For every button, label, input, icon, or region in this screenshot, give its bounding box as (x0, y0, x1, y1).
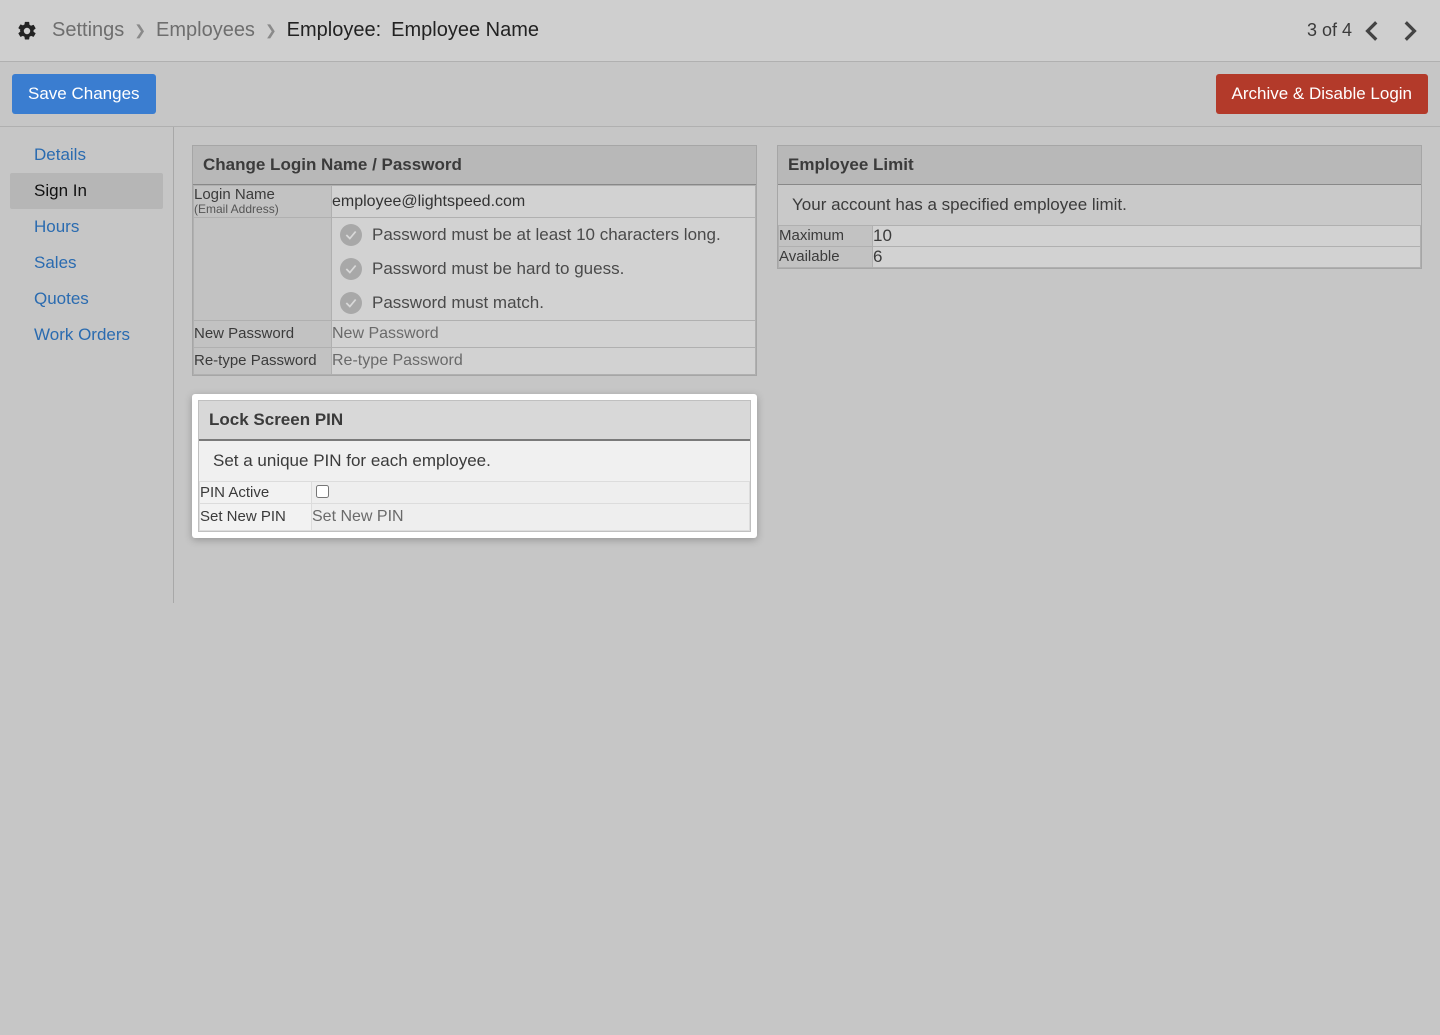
password-rule: Password must be hard to guess. (332, 252, 755, 286)
table-row: Password must be at least 10 characters … (194, 218, 756, 321)
login-name-label: Login Name (Email Address) (194, 186, 332, 218)
set-pin-label: Set New PIN (200, 504, 312, 531)
sidebar: Details Sign In Hours Sales Quotes Work … (0, 127, 174, 603)
check-circle-icon (340, 258, 362, 280)
table-row: New Password (194, 321, 756, 348)
pin-active-label: PIN Active (200, 482, 312, 504)
limit-avail-value: 6 (873, 247, 1421, 268)
limit-panel-note: Your account has a specified employee li… (778, 185, 1421, 225)
pager: 3 of 4 (1307, 16, 1424, 46)
breadcrumb-employee-name: Employee Name (391, 19, 539, 42)
gear-icon (16, 20, 38, 42)
breadcrumb: Settings ❯ Employees ❯ Employee: Employe… (52, 19, 1307, 42)
password-rule: Password must be at least 10 characters … (332, 218, 755, 252)
main: Change Login Name / Password Login Name … (174, 127, 1440, 603)
sidebar-item-details[interactable]: Details (10, 137, 163, 173)
login-name-input[interactable] (332, 189, 755, 215)
sidebar-item-signin[interactable]: Sign In (10, 173, 163, 209)
breadcrumb-bar: Settings ❯ Employees ❯ Employee: Employe… (0, 0, 1440, 62)
lock-screen-highlight: Lock Screen PIN Set a unique PIN for eac… (192, 394, 757, 538)
pager-position: 3 of 4 (1307, 20, 1352, 41)
next-button[interactable] (1394, 16, 1424, 46)
limit-max-value: 10 (873, 226, 1421, 247)
chevron-right-icon: ❯ (265, 22, 277, 39)
check-circle-icon (340, 224, 362, 246)
save-button[interactable]: Save Changes (12, 74, 156, 114)
sidebar-item-hours[interactable]: Hours (10, 209, 163, 245)
limit-max-label: Maximum (779, 226, 873, 247)
table-row: Maximum 10 (779, 226, 1421, 247)
table-row: PIN Active (200, 482, 750, 504)
pin-panel-title: Lock Screen PIN (199, 401, 750, 441)
sidebar-item-workorders[interactable]: Work Orders (10, 317, 163, 353)
new-password-label: New Password (194, 321, 332, 348)
new-password-input[interactable] (332, 321, 755, 347)
password-rules-label (194, 218, 332, 321)
table-row: Available 6 (779, 247, 1421, 268)
prev-button[interactable] (1358, 16, 1388, 46)
action-row: Save Changes Archive & Disable Login (0, 62, 1440, 127)
password-rules: Password must be at least 10 characters … (332, 218, 756, 321)
limit-avail-label: Available (779, 247, 873, 268)
breadcrumb-settings[interactable]: Settings (52, 19, 124, 42)
col-right: Employee Limit Your account has a specif… (777, 145, 1422, 585)
content: Details Sign In Hours Sales Quotes Work … (0, 127, 1440, 603)
breadcrumb-employees[interactable]: Employees (156, 19, 255, 42)
col-left: Change Login Name / Password Login Name … (192, 145, 757, 585)
chevron-right-icon: ❯ (134, 22, 146, 39)
password-rule: Password must match. (332, 286, 755, 320)
limit-panel: Employee Limit Your account has a specif… (777, 145, 1422, 269)
login-panel: Change Login Name / Password Login Name … (192, 145, 757, 376)
table-row: Login Name (Email Address) (194, 186, 756, 218)
retype-password-input[interactable] (332, 348, 755, 374)
sidebar-item-sales[interactable]: Sales (10, 245, 163, 281)
limit-panel-title: Employee Limit (778, 146, 1421, 185)
retype-password-label: Re-type Password (194, 348, 332, 375)
login-panel-title: Change Login Name / Password (193, 146, 756, 185)
breadcrumb-employee-label: Employee: (287, 19, 382, 42)
set-pin-input[interactable] (312, 504, 749, 530)
archive-button[interactable]: Archive & Disable Login (1216, 74, 1428, 114)
table-row: Set New PIN (200, 504, 750, 531)
pin-panel-note: Set a unique PIN for each employee. (199, 441, 750, 481)
check-circle-icon (340, 292, 362, 314)
pin-panel: Lock Screen PIN Set a unique PIN for eac… (198, 400, 751, 532)
sidebar-item-quotes[interactable]: Quotes (10, 281, 163, 317)
table-row: Re-type Password (194, 348, 756, 375)
pin-active-checkbox[interactable] (316, 485, 329, 498)
